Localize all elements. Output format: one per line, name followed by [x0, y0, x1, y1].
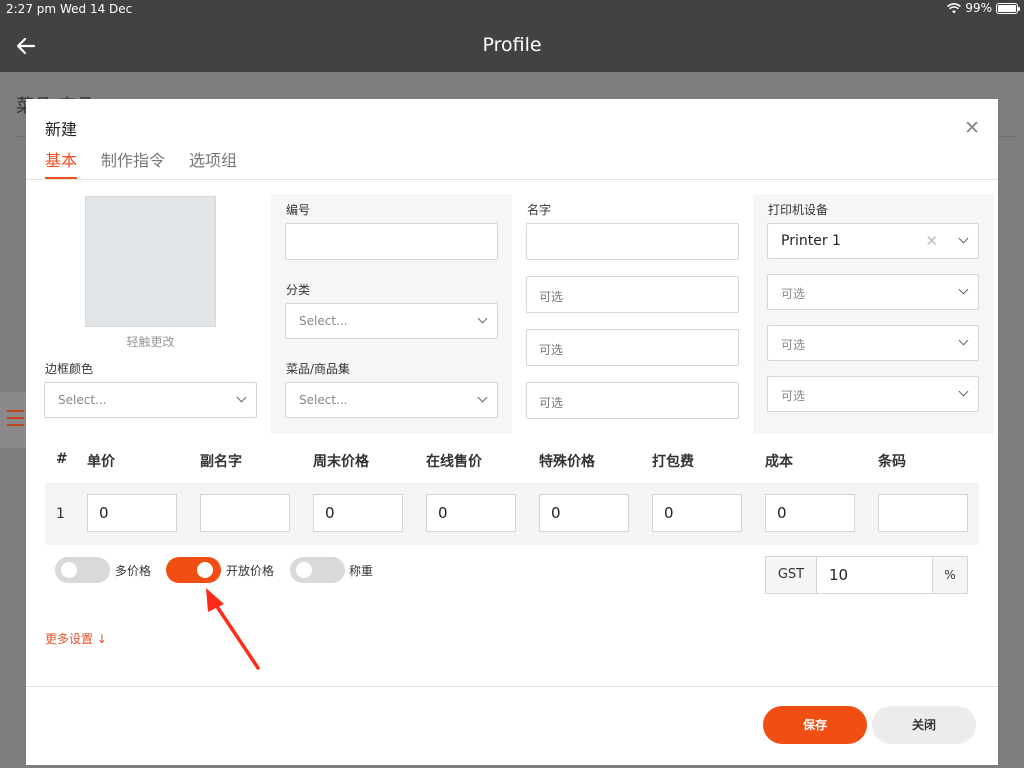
open-price-toggle[interactable] — [166, 557, 221, 583]
weekend-price-input[interactable]: 0 — [313, 494, 403, 532]
status-right: 99% — [947, 1, 1020, 15]
category-placeholder: Select... — [299, 314, 348, 328]
row-index: 1 — [56, 506, 65, 522]
weighing-toggle[interactable] — [290, 557, 345, 583]
name-optional-input-1[interactable]: 可选 — [526, 276, 739, 313]
packaging-fee-input[interactable]: 0 — [652, 494, 742, 532]
barcode-input[interactable] — [878, 494, 968, 532]
gst-field: GST 10 % — [765, 556, 968, 594]
app-header: 2:27 pm Wed 14 Dec 99% Profile — [0, 0, 1024, 72]
printer-optional-placeholder: 可选 — [781, 389, 806, 403]
printer-selected: Printer 1 — [781, 233, 841, 249]
battery-icon — [996, 2, 1020, 14]
dish-set-placeholder: Select... — [299, 393, 348, 407]
price-header-online-price: 在线售价 — [426, 454, 482, 470]
wifi-icon — [947, 2, 962, 13]
name-optional-input-2[interactable]: 可选 — [526, 329, 739, 366]
tab-basic[interactable]: 基本 — [45, 147, 78, 179]
code-input[interactable] — [285, 223, 498, 260]
sub-name-input[interactable] — [200, 494, 290, 532]
border-color-placeholder: Select... — [58, 393, 107, 407]
modal-title: 新建 — [45, 120, 78, 139]
footer-divider — [26, 686, 998, 687]
name-optional-placeholder: 可选 — [539, 290, 564, 304]
tab-instructions[interactable]: 制作指令 — [101, 147, 165, 179]
category-label: 分类 — [286, 283, 311, 297]
more-settings-link[interactable]: 更多设置 ↓ — [45, 630, 107, 647]
chevron-down-icon — [958, 233, 969, 244]
price-header-sub-name: 副名字 — [200, 454, 242, 470]
unit-price-value: 0 — [99, 504, 109, 522]
gst-unit: % — [932, 557, 967, 593]
weekend-price-value: 0 — [325, 504, 335, 522]
menu-icon — [0, 392, 26, 448]
save-button[interactable]: 保存 — [763, 706, 867, 744]
online-price-input[interactable]: 0 — [426, 494, 516, 532]
battery-percent: 99% — [965, 1, 992, 15]
special-price-input[interactable]: 0 — [539, 494, 629, 532]
name-optional-input-3[interactable]: 可选 — [526, 382, 739, 419]
new-item-modal: 新建 ✕ 基本 制作指令 选项组 轻触更改 边框颜色 Select... 编号 … — [26, 99, 998, 765]
packaging-fee-value: 0 — [664, 504, 674, 522]
price-header-index: # — [56, 451, 68, 467]
close-icon[interactable]: ✕ — [964, 117, 980, 139]
chevron-down-icon — [958, 335, 969, 346]
category-select[interactable]: Select... — [285, 303, 498, 339]
name-optional-placeholder: 可选 — [539, 343, 564, 357]
unit-price-input[interactable]: 0 — [87, 494, 177, 532]
clear-icon[interactable]: ✕ — [925, 232, 938, 250]
border-color-select[interactable]: Select... — [44, 382, 257, 418]
open-price-label: 开放价格 — [226, 564, 275, 578]
price-header-cost: 成本 — [765, 454, 793, 470]
online-price-value: 0 — [438, 504, 448, 522]
dish-set-label: 菜品/商品集 — [286, 362, 351, 376]
price-header-barcode: 条码 — [878, 454, 906, 470]
close-button[interactable]: 关闭 — [872, 706, 976, 744]
special-price-value: 0 — [551, 504, 561, 522]
price-header-special-price: 特殊价格 — [539, 454, 595, 470]
printer-select[interactable]: Printer 1 ✕ — [767, 223, 979, 259]
tab-option-groups[interactable]: 选项组 — [189, 147, 237, 179]
status-time: 2:27 pm — [6, 2, 57, 16]
multi-price-toggle[interactable] — [55, 557, 110, 583]
chevron-down-icon — [958, 284, 969, 295]
status-date: Wed 14 Dec — [60, 2, 133, 16]
dish-set-select[interactable]: Select... — [285, 382, 498, 418]
printer-optional-select-3[interactable]: 可选 — [767, 376, 979, 412]
printer-optional-select-2[interactable]: 可选 — [767, 325, 979, 361]
name-optional-placeholder: 可选 — [539, 396, 564, 410]
cost-value: 0 — [777, 504, 787, 522]
printer-optional-placeholder: 可选 — [781, 287, 806, 301]
chevron-down-icon — [958, 386, 969, 397]
image-caption: 轻触更改 — [126, 335, 175, 349]
price-header-weekend-price: 周末价格 — [313, 454, 369, 470]
gst-label: GST — [766, 557, 817, 593]
chevron-down-icon — [477, 392, 488, 403]
printer-optional-select-1[interactable]: 可选 — [767, 274, 979, 310]
cost-input[interactable]: 0 — [765, 494, 855, 532]
border-color-label: 边框颜色 — [45, 362, 94, 376]
printer-label: 打印机设备 — [768, 203, 829, 217]
multi-price-label: 多价格 — [115, 564, 152, 578]
price-header-unit-price: 单价 — [87, 454, 115, 470]
page-title: Profile — [482, 34, 542, 56]
name-input[interactable] — [526, 223, 739, 260]
price-header-packaging-fee: 打包费 — [652, 454, 694, 470]
chevron-down-icon — [477, 313, 488, 324]
printer-optional-placeholder: 可选 — [781, 338, 806, 352]
item-image-picker[interactable] — [85, 196, 216, 327]
tabs-divider — [26, 179, 998, 180]
name-label: 名字 — [527, 203, 552, 217]
chevron-down-icon — [236, 392, 247, 403]
weighing-label: 称重 — [349, 564, 374, 578]
tab-bar: 基本 制作指令 选项组 — [45, 147, 237, 179]
code-label: 编号 — [286, 203, 311, 217]
gst-input[interactable]: 10 — [817, 557, 932, 593]
